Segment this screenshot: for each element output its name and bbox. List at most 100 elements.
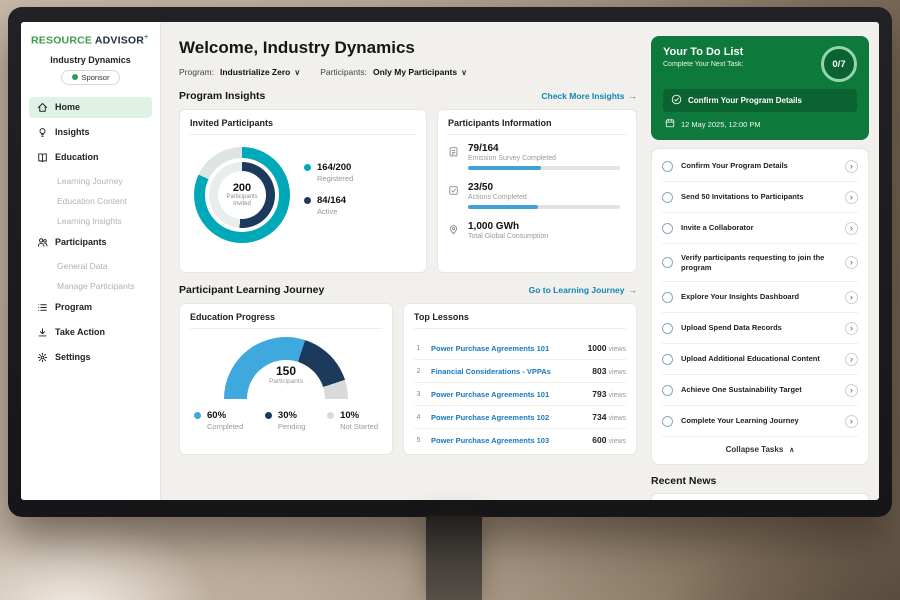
recent-news-card: [651, 493, 869, 500]
program-insights-cards: Invited Participants 200 Participants In…: [179, 109, 637, 273]
sidebar-item-manage-participants[interactable]: Manage Participants: [29, 277, 152, 295]
gear-icon: [37, 352, 48, 363]
task-row[interactable]: Explore Your Insights Dashboard ›: [662, 282, 858, 313]
task-checkbox[interactable]: [662, 416, 673, 427]
sponsor-badge-label: Sponsor: [82, 73, 110, 82]
go-to-learning-journey-link[interactable]: Go to Learning Journey →: [529, 285, 637, 295]
task-checkbox[interactable]: [662, 223, 673, 234]
check-more-insights-link[interactable]: Check More Insights →: [541, 91, 637, 101]
task-row[interactable]: Complete Your Learning Journey ›: [662, 406, 858, 437]
task-row[interactable]: Invite a Collaborator ›: [662, 213, 858, 244]
page-title: Welcome, Industry Dynamics: [179, 38, 637, 58]
legend-item-not-started: 10% Not Started: [327, 410, 378, 431]
home-icon: [37, 102, 48, 113]
legend-dot: [194, 412, 201, 419]
gauge-center-value: 150: [224, 364, 348, 378]
chevron-right-icon[interactable]: ›: [845, 191, 858, 204]
brand-name-primary: RESOURCE: [31, 35, 92, 47]
chevron-down-icon: ∨: [461, 68, 467, 77]
chevron-up-icon: ∧: [789, 446, 794, 454]
task-row[interactable]: Confirm Your Program Details ›: [662, 151, 858, 182]
lesson-row: 1 Power Purchase Agreements 101 1000view…: [414, 337, 626, 360]
sidebar-item-education-content[interactable]: Education Content: [29, 192, 152, 210]
task-row[interactable]: Verify participants requesting to join t…: [662, 244, 858, 282]
chevron-right-icon[interactable]: ›: [845, 384, 858, 397]
actions-progress-bar: [468, 205, 620, 209]
task-checkbox[interactable]: [662, 354, 673, 365]
todo-next-task[interactable]: Confirm Your Program Details: [663, 89, 857, 112]
task-row[interactable]: Send 50 Invitations to Participants ›: [662, 182, 858, 213]
resource-advisor-app: RESOURCE ADVISOR+ Industry Dynamics Spon…: [21, 22, 879, 500]
todo-panel: Your To Do List Complete Your Next Task:…: [651, 22, 879, 500]
sidebar-item-settings[interactable]: Settings: [29, 347, 152, 368]
lesson-link[interactable]: Power Purchase Agreements 102: [431, 413, 584, 422]
donut-center-value: 200: [233, 182, 251, 194]
learning-journey-cards: Education Progress 150 Participants: [179, 303, 637, 455]
lesson-link[interactable]: Financial Considerations - VPPAs: [431, 367, 584, 376]
sidebar-item-general-data[interactable]: General Data: [29, 257, 152, 275]
education-gauge-chart: 150 Participants: [224, 337, 348, 400]
lesson-link[interactable]: Power Purchase Agreements 101: [431, 344, 580, 353]
calendar-icon: [665, 118, 675, 130]
invited-legend: 164/200 Registered 84/164 Active: [304, 162, 353, 228]
todo-title: Your To Do List: [663, 46, 743, 58]
monitor-frame: RESOURCE ADVISOR+ Industry Dynamics Spon…: [8, 7, 892, 517]
task-row[interactable]: Upload Additional Educational Content ›: [662, 344, 858, 375]
chevron-right-icon[interactable]: ›: [845, 353, 858, 366]
sponsor-dot-icon: [72, 74, 78, 80]
invited-participants-card: Invited Participants 200 Participants In…: [179, 109, 427, 273]
section-title: Program Insights: [179, 90, 265, 102]
donut-center-label: Participants Invited: [218, 194, 266, 209]
check-circle-icon: [671, 94, 682, 107]
lesson-link[interactable]: Power Purchase Agreements 101: [431, 390, 584, 399]
participants-select[interactable]: Only My Participants ∨: [373, 67, 467, 77]
lesson-link[interactable]: Power Purchase Agreements 103: [431, 436, 584, 445]
sidebar-item-learning-journey[interactable]: Learning Journey: [29, 172, 152, 190]
task-row[interactable]: Upload Spend Data Records ›: [662, 313, 858, 344]
chevron-right-icon[interactable]: ›: [845, 322, 858, 335]
legend-dot: [327, 412, 334, 419]
task-checkbox[interactable]: [662, 192, 673, 203]
task-checkbox[interactable]: [662, 385, 673, 396]
survey-clipboard-icon: [448, 143, 459, 170]
program-insights-header: Program Insights Check More Insights →: [179, 90, 637, 102]
sidebar-item-participants[interactable]: Participants: [29, 232, 152, 253]
sidebar-item-learning-insights[interactable]: Learning Insights: [29, 212, 152, 230]
sponsor-badge[interactable]: Sponsor: [61, 70, 121, 85]
map-pin-icon: [448, 221, 459, 244]
chevron-right-icon[interactable]: ›: [845, 415, 858, 428]
participants-filter-label: Participants:: [320, 67, 367, 77]
sidebar-item-label: Education: [55, 152, 99, 162]
task-checkbox[interactable]: [662, 292, 673, 303]
sidebar-item-label: Program: [55, 302, 92, 312]
chevron-right-icon[interactable]: ›: [845, 291, 858, 304]
lesson-row: 2 Financial Considerations - VPPAs 803vi…: [414, 360, 626, 383]
monitor-stand: [426, 516, 482, 600]
legend-item-pending: 30% Pending: [265, 410, 306, 431]
program-select[interactable]: Industrialize Zero ∨: [220, 67, 300, 77]
list-icon: [37, 302, 48, 313]
legend-dot: [265, 412, 272, 419]
todo-summary-card: Your To Do List Complete Your Next Task:…: [651, 36, 869, 140]
task-checkbox[interactable]: [662, 257, 673, 268]
card-title: Education Progress: [190, 312, 382, 329]
chevron-right-icon[interactable]: ›: [845, 256, 858, 269]
sidebar-item-take-action[interactable]: Take Action: [29, 322, 152, 343]
chevron-right-icon[interactable]: ›: [845, 222, 858, 235]
brand-name-secondary: ADVISOR: [95, 35, 144, 47]
sidebar-item-education[interactable]: Education: [29, 147, 152, 168]
people-icon: [37, 237, 48, 248]
org-name: Industry Dynamics: [29, 55, 152, 65]
sidebar-item-label: Settings: [55, 352, 91, 362]
task-checkbox[interactable]: [662, 323, 673, 334]
collapse-tasks-link[interactable]: Collapse Tasks ∧: [662, 437, 858, 462]
sidebar-item-insights[interactable]: Insights: [29, 122, 152, 143]
sidebar-nav: Home Insights Education Learning Journey…: [29, 97, 152, 368]
lightbulb-icon: [37, 127, 48, 138]
legend-dot: [304, 197, 311, 204]
chevron-right-icon[interactable]: ›: [845, 160, 858, 173]
sidebar-item-home[interactable]: Home: [29, 97, 152, 118]
sidebar-item-program[interactable]: Program: [29, 297, 152, 318]
task-checkbox[interactable]: [662, 161, 673, 172]
task-row[interactable]: Achieve One Sustainability Target ›: [662, 375, 858, 406]
